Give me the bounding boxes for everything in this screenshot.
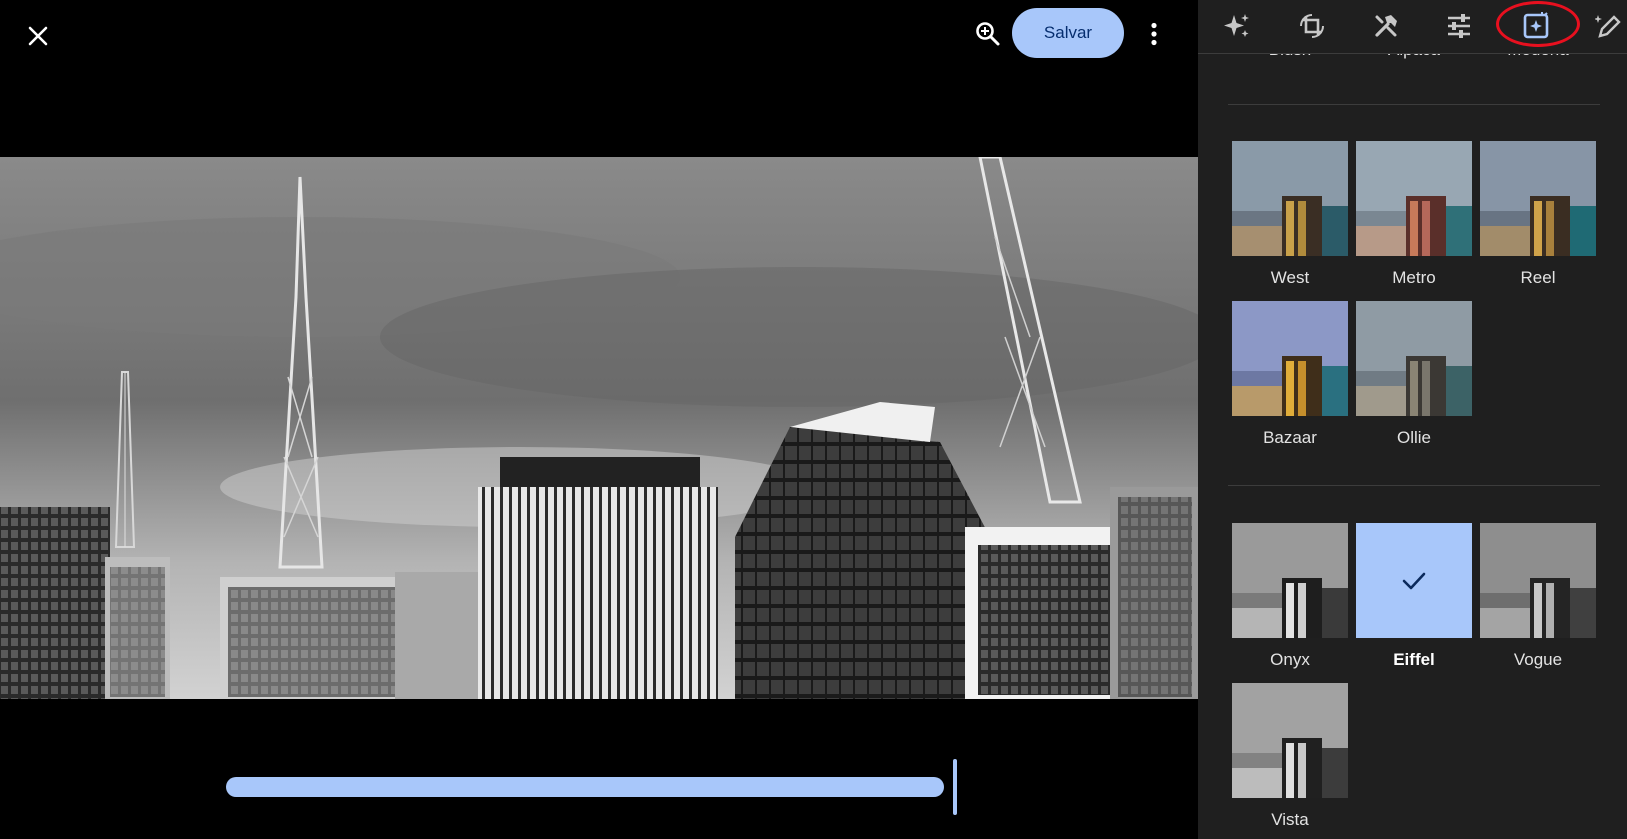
- filter-thumbnail: [1232, 301, 1348, 416]
- more-options-button[interactable]: [1136, 16, 1172, 52]
- photo-skyline-image: [0, 157, 1198, 699]
- filter-eiffel[interactable]: Eiffel: [1356, 523, 1472, 670]
- filter-west[interactable]: West: [1232, 141, 1348, 288]
- tab-filters[interactable]: [1516, 6, 1556, 46]
- filter-thumbnail: [1480, 141, 1596, 256]
- tab-adjust[interactable]: [1439, 6, 1479, 46]
- tab-markup[interactable]: [1590, 6, 1627, 46]
- tab-auto-enhance[interactable]: [1217, 6, 1257, 46]
- photo-editor: Salvar: [0, 0, 1198, 839]
- checkmark-icon: [1402, 572, 1426, 589]
- close-icon: [28, 26, 48, 46]
- intensity-slider-thumb[interactable]: [953, 759, 957, 815]
- crop-rotate-icon: [1300, 14, 1324, 38]
- filter-name: Bazaar: [1263, 428, 1317, 447]
- auto-enhance-icon: [1224, 14, 1249, 37]
- filter-name: Ollie: [1396, 428, 1431, 447]
- filter-onyx[interactable]: Onyx: [1232, 523, 1348, 670]
- tab-tools[interactable]: [1366, 6, 1406, 46]
- filter-thumbnail: [1232, 141, 1348, 256]
- filter-reel[interactable]: Reel: [1480, 141, 1596, 288]
- section-divider: [1228, 485, 1600, 486]
- filter-thumbnail: [1480, 523, 1596, 638]
- filter-bazaar[interactable]: Bazaar: [1232, 301, 1348, 448]
- filter-name: Vogue: [1513, 650, 1563, 669]
- close-button[interactable]: [20, 18, 56, 54]
- filter-thumbnail: [1356, 141, 1472, 256]
- markup-icon: [1595, 15, 1621, 38]
- save-button[interactable]: Salvar: [1012, 8, 1124, 58]
- section-divider: [1228, 104, 1600, 105]
- filter-name: Vista: [1271, 810, 1309, 829]
- filter-vista[interactable]: Vista: [1232, 683, 1348, 830]
- filter-name: Onyx: [1270, 650, 1310, 669]
- edit-tab-bar: [1198, 0, 1627, 54]
- filter-vogue[interactable]: Vogue: [1480, 523, 1596, 670]
- filter-name: Reel: [1520, 268, 1556, 287]
- selected-filter-tile: [1356, 523, 1472, 638]
- filter-thumbnail: [1232, 683, 1348, 798]
- filter-name: West: [1270, 268, 1310, 287]
- filter-name: Eiffel: [1393, 650, 1435, 669]
- edit-side-panel: Blush Alpaca Modena West: [1198, 0, 1627, 839]
- filter-ollie[interactable]: Ollie: [1356, 301, 1472, 448]
- photo-canvas[interactable]: [0, 157, 1198, 699]
- zoom-button[interactable]: [970, 16, 1006, 52]
- tab-crop-rotate[interactable]: [1292, 6, 1332, 46]
- more-vert-icon: [1151, 22, 1157, 46]
- adjust-icon: [1448, 14, 1470, 38]
- filter-thumbnail: [1356, 301, 1472, 416]
- filters-icon: [1523, 12, 1549, 39]
- filter-name: Metro: [1392, 268, 1436, 287]
- filter-thumbnail: [1232, 523, 1348, 638]
- filter-metro[interactable]: Metro: [1356, 141, 1472, 288]
- tools-icon: [1375, 15, 1397, 37]
- intensity-slider-track[interactable]: [226, 777, 944, 797]
- zoom-in-icon: [976, 22, 1000, 46]
